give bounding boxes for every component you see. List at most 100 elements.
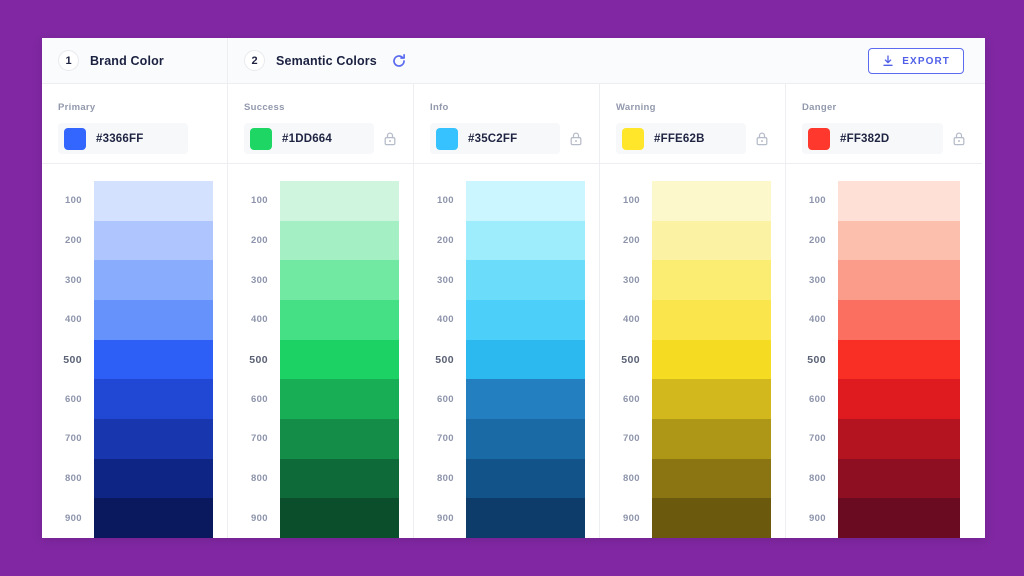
- ramp-step-swatch[interactable]: [94, 458, 213, 499]
- ramp-step-swatch[interactable]: [466, 300, 585, 340]
- ramp-step-swatch[interactable]: [280, 419, 399, 459]
- color-column-warning: Warning #FFE62B 100 200 300 400 500 600 700 800 90…: [600, 84, 786, 538]
- ramp-scale: 100 200 300 400 500 600 700 800 900: [600, 181, 652, 538]
- ramp-step-swatch[interactable]: [652, 220, 771, 261]
- ramp-step-swatch[interactable]: [838, 220, 960, 261]
- color-swatch-chip[interactable]: [436, 127, 458, 150]
- ramp-step-swatch[interactable]: [94, 498, 213, 538]
- hex-input[interactable]: #35C2FF: [430, 123, 560, 154]
- ramp-scale: 100 200 300 400 500 600 700 800 900: [228, 181, 280, 538]
- ramp-step-label: 700: [622, 433, 640, 445]
- swatch-row: #3366FF: [58, 123, 211, 154]
- hex-input[interactable]: #FF382D: [802, 123, 943, 154]
- lock-icon[interactable]: [569, 131, 583, 147]
- ramp-step-swatch[interactable]: [280, 498, 399, 538]
- color-swatch-chip[interactable]: [64, 127, 86, 150]
- ramp-step-label: 200: [250, 235, 268, 246]
- step-1-badge: 1: [58, 50, 79, 71]
- ramp-step-label: 600: [64, 393, 82, 405]
- color-swatch-chip[interactable]: [622, 127, 644, 150]
- ramp-step-swatch[interactable]: [280, 181, 399, 221]
- ramp-step-swatch[interactable]: [280, 220, 399, 261]
- ramp-step-swatch[interactable]: [94, 339, 213, 380]
- ramp-bars: [466, 181, 585, 538]
- hex-input[interactable]: #1DD664: [244, 123, 374, 154]
- ramp-step-label: 700: [808, 433, 826, 445]
- ramp-bars: [94, 181, 213, 538]
- ramp-step-label: 800: [250, 473, 268, 485]
- swatch-block: Danger #FF382D: [786, 84, 982, 164]
- color-swatch-chip[interactable]: [250, 127, 272, 150]
- ramp-step-swatch[interactable]: [94, 260, 213, 301]
- hex-input[interactable]: #FFE62B: [616, 123, 746, 154]
- ramp-step-swatch[interactable]: [466, 181, 585, 221]
- ramp-step-swatch[interactable]: [466, 498, 585, 538]
- ramp-step-swatch[interactable]: [466, 220, 585, 261]
- color-swatch-chip[interactable]: [808, 127, 830, 150]
- ramp-step-swatch[interactable]: [466, 419, 585, 459]
- hex-value: #35C2FF: [468, 132, 518, 145]
- ramp-step-swatch[interactable]: [838, 379, 960, 420]
- refresh-icon[interactable]: [391, 53, 407, 69]
- ramp-step-swatch[interactable]: [94, 300, 213, 340]
- ramp-step-label: 600: [622, 393, 640, 405]
- hex-value: #FFE62B: [654, 132, 705, 145]
- ramp-step-swatch[interactable]: [838, 181, 960, 221]
- color-ramp: 100 200 300 400 500 600 700 800 900: [228, 164, 413, 538]
- ramp-step-swatch[interactable]: [280, 260, 399, 301]
- ramp-step-swatch[interactable]: [94, 379, 213, 420]
- ramp-scale: 100 200 300 400 500 600 700 800 900: [414, 181, 466, 538]
- ramp-step-label: 700: [64, 433, 82, 445]
- ramp-step-swatch[interactable]: [280, 379, 399, 420]
- ramp-step-label: 400: [436, 314, 454, 326]
- color-column-success: Success #1DD664 100 200 300 400 500 600 700 800 90…: [228, 84, 414, 538]
- ramp-step-swatch[interactable]: [652, 458, 771, 499]
- swatch-block: Success #1DD664: [228, 84, 413, 164]
- ramp-scale: 100 200 300 400 500 600 700 800 900: [42, 181, 94, 538]
- ramp-step-swatch[interactable]: [466, 339, 585, 380]
- ramp-step-label: 500: [63, 353, 82, 366]
- ramp-step-swatch[interactable]: [280, 458, 399, 499]
- ramp-step-swatch[interactable]: [466, 260, 585, 301]
- ramp-step-label: 300: [808, 274, 826, 286]
- ramp-step-swatch[interactable]: [652, 419, 771, 459]
- swatch-block: Warning #FFE62B: [600, 84, 785, 164]
- ramp-step-swatch[interactable]: [94, 419, 213, 459]
- lock-icon[interactable]: [755, 131, 769, 147]
- ramp-step-swatch[interactable]: [280, 339, 399, 380]
- color-ramp: 100 200 300 400 500 600 700 800 900: [600, 164, 785, 538]
- ramp-step-label: 500: [807, 353, 826, 366]
- ramp-step-swatch[interactable]: [466, 379, 585, 420]
- ramp-step-label: 800: [622, 473, 640, 485]
- lock-icon[interactable]: [952, 131, 966, 147]
- ramp-step-swatch[interactable]: [652, 300, 771, 340]
- ramp-step-swatch[interactable]: [838, 458, 960, 499]
- role-label: Danger: [802, 102, 837, 113]
- ramp-step-swatch[interactable]: [94, 220, 213, 261]
- ramp-step-swatch[interactable]: [652, 339, 771, 380]
- color-ramp: 100 200 300 400 500 600 700 800 900: [42, 164, 227, 538]
- ramp-step-swatch[interactable]: [94, 181, 213, 221]
- ramp-step-label: 300: [64, 274, 82, 286]
- export-button[interactable]: EXPORT: [868, 48, 964, 74]
- hex-input[interactable]: #3366FF: [58, 123, 188, 154]
- ramp-step-label: 900: [250, 512, 268, 524]
- ramp-step-label: 300: [436, 274, 454, 286]
- ramp-step-label: 900: [622, 512, 640, 524]
- ramp-step-swatch[interactable]: [838, 339, 960, 380]
- ramp-step-swatch[interactable]: [838, 419, 960, 459]
- ramp-step-swatch[interactable]: [466, 458, 585, 499]
- ramp-step-swatch[interactable]: [838, 300, 960, 340]
- ramp-bars: [280, 181, 399, 538]
- ramp-step-swatch[interactable]: [838, 498, 960, 538]
- ramp-step-swatch[interactable]: [280, 300, 399, 340]
- ramp-step-label: 200: [808, 235, 826, 246]
- ramp-step-swatch[interactable]: [652, 181, 771, 221]
- ramp-step-swatch[interactable]: [652, 498, 771, 538]
- lock-icon[interactable]: [383, 131, 397, 147]
- ramp-step-swatch[interactable]: [652, 260, 771, 301]
- ramp-step-swatch[interactable]: [838, 260, 960, 301]
- ramp-step-label: 400: [808, 314, 826, 326]
- ramp-step-swatch[interactable]: [652, 379, 771, 420]
- step-brand-color[interactable]: 1 Brand Color: [42, 38, 228, 84]
